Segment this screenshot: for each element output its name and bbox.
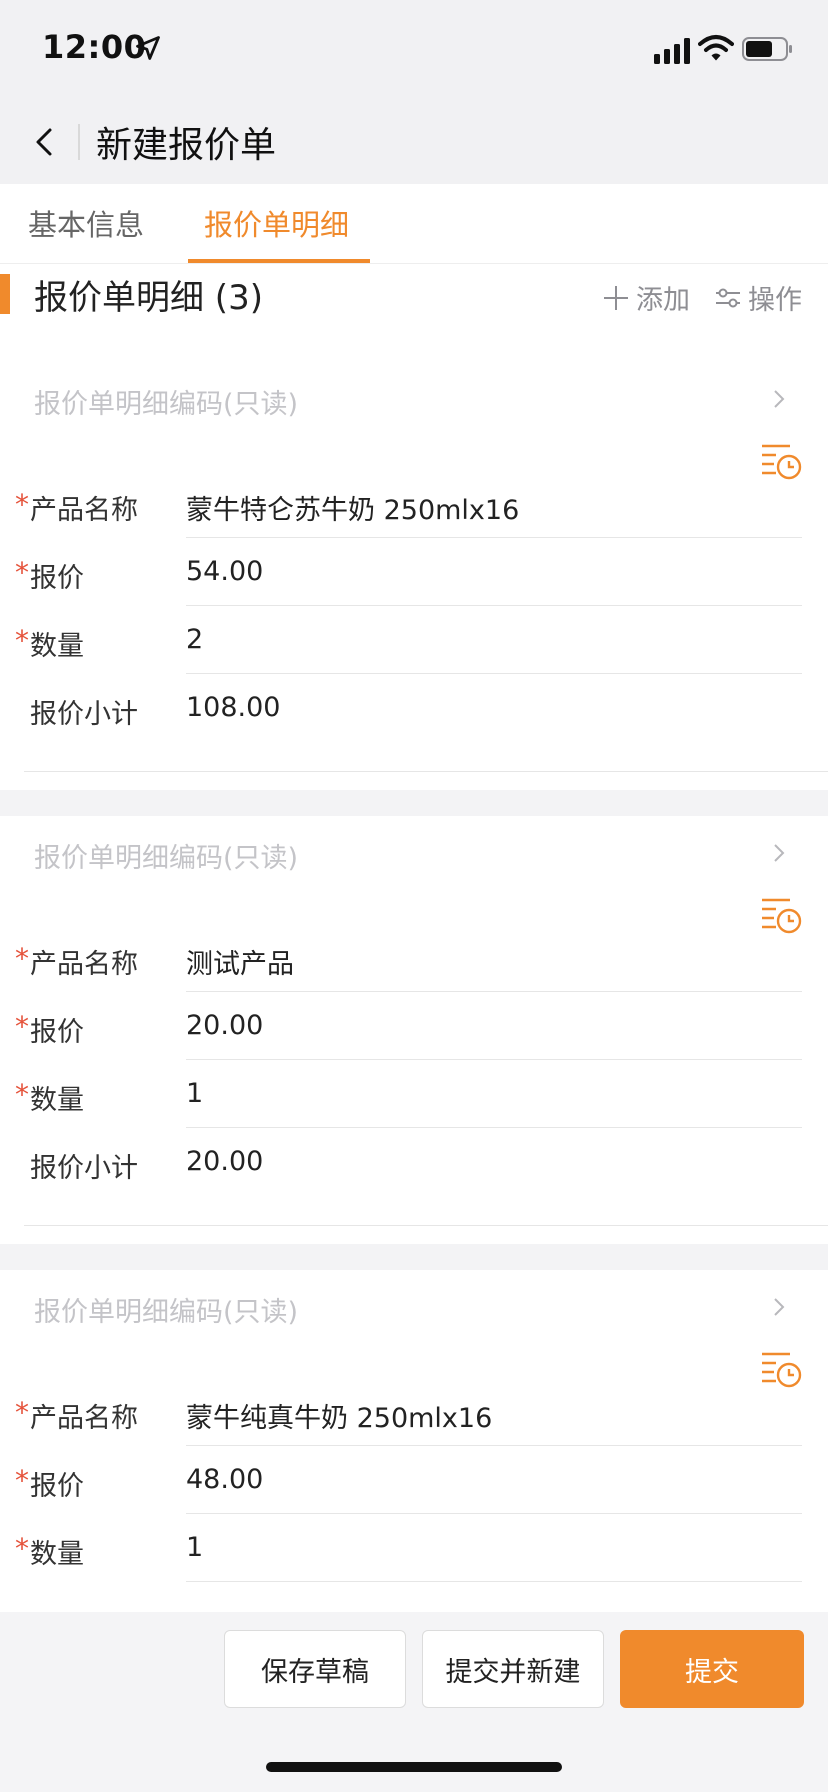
field-divider <box>186 1581 802 1582</box>
card-gap <box>0 1244 828 1270</box>
card-divider <box>24 771 828 772</box>
field-product-name: * 产品名称 蒙牛纯真牛奶 250mlx16 <box>0 1378 828 1446</box>
field-value[interactable]: 54.00 <box>186 556 263 587</box>
field-subtotal: 报价小计 20.00 <box>0 1128 828 1196</box>
field-value[interactable]: 1 <box>186 1532 203 1563</box>
field-value[interactable]: 蒙牛特仑苏牛奶 250mlx16 <box>186 488 519 527</box>
field-price: * 报价 20.00 <box>0 992 828 1060</box>
status-bar: 12:00 <box>0 0 828 100</box>
field-quantity: * 数量 1 <box>0 1514 828 1582</box>
location-arrow-icon <box>136 36 160 60</box>
chevron-right-icon <box>774 1298 785 1316</box>
item-code-placeholder: 报价单明细编码(只读) <box>34 1297 299 1328</box>
field-label: 报价 <box>30 563 84 594</box>
required-mark: * <box>15 1532 29 1565</box>
field-value[interactable]: 20.00 <box>186 1010 263 1041</box>
item-code-placeholder: 报价单明细编码(只读) <box>34 389 299 420</box>
required-mark: * <box>15 1464 29 1497</box>
section-header: 报价单明细 (3) 添加 操作 <box>0 264 828 324</box>
tab-basic-info[interactable]: 基本信息 <box>28 202 144 244</box>
required-mark: * <box>15 488 29 521</box>
quote-item-card: 报价单明细编码(只读) * 产品名称 蒙牛特仑苏牛奶 250mlx16 * 报价… <box>0 362 828 790</box>
required-mark: * <box>15 1078 29 1111</box>
home-indicator <box>266 1762 562 1772</box>
nav-divider <box>78 124 80 160</box>
section-title: 报价单明细 (3) <box>34 278 263 318</box>
quote-item-card: 报价单明细编码(只读) * 产品名称 测试产品 * 报价 20.00 * 数量 … <box>0 816 828 1244</box>
submit-and-new-button[interactable]: 提交并新建 <box>422 1630 604 1708</box>
required-mark: * <box>15 1010 29 1043</box>
field-quantity: * 数量 1 <box>0 1060 828 1128</box>
card-divider <box>24 1225 828 1226</box>
nav-bar: 新建报价单 <box>0 100 828 184</box>
required-mark: * <box>15 942 29 975</box>
chevron-right-icon <box>774 390 785 408</box>
field-subtotal: 报价小计 108.00 <box>0 674 828 742</box>
field-quantity: * 数量 2 <box>0 606 828 674</box>
field-value[interactable]: 蒙牛纯真牛奶 250mlx16 <box>186 1396 492 1435</box>
item-code-row[interactable]: 报价单明细编码(只读) <box>0 816 828 886</box>
cellular-signal-icon <box>654 38 690 64</box>
status-time: 12:00 <box>42 28 147 66</box>
field-label: 数量 <box>30 1085 84 1116</box>
back-chevron-icon[interactable] <box>24 120 68 164</box>
field-label: 数量 <box>30 1539 84 1570</box>
wifi-icon <box>698 35 734 61</box>
plus-icon <box>604 285 628 310</box>
section-accent-bar <box>0 274 10 314</box>
field-price: * 报价 48.00 <box>0 1446 828 1514</box>
item-code-placeholder: 报价单明细编码(只读) <box>34 843 299 874</box>
field-label: 产品名称 <box>30 495 138 526</box>
item-code-row[interactable]: 报价单明细编码(只读) <box>0 362 828 432</box>
required-mark: * <box>15 624 29 657</box>
field-label: 数量 <box>30 631 84 662</box>
field-value[interactable]: 测试产品 <box>186 942 294 981</box>
add-label: 添加 <box>636 285 690 316</box>
operations-label: 操作 <box>748 285 802 316</box>
field-label: 报价小计 <box>30 1153 138 1184</box>
item-code-row[interactable]: 报价单明细编码(只读) <box>0 1270 828 1340</box>
add-button[interactable]: 添加 <box>602 278 690 317</box>
sliders-icon <box>716 288 740 307</box>
field-product-name: * 产品名称 测试产品 <box>0 924 828 992</box>
field-value: 108.00 <box>186 692 281 723</box>
field-label: 报价 <box>30 1471 84 1502</box>
field-value[interactable]: 1 <box>186 1078 203 1109</box>
active-tab-indicator <box>188 259 370 263</box>
battery-icon <box>742 37 792 61</box>
required-mark: * <box>15 556 29 589</box>
required-mark: * <box>15 1396 29 1429</box>
tab-quote-details[interactable]: 报价单明细 <box>204 202 349 244</box>
submit-button[interactable]: 提交 <box>620 1630 804 1708</box>
tab-bar: 基本信息 报价单明细 <box>0 184 828 264</box>
field-product-name: * 产品名称 蒙牛特仑苏牛奶 250mlx16 <box>0 470 828 538</box>
save-draft-button[interactable]: 保存草稿 <box>224 1630 406 1708</box>
field-value[interactable]: 48.00 <box>186 1464 263 1495</box>
operations-button[interactable]: 操作 <box>714 278 802 317</box>
field-label: 报价小计 <box>30 699 138 730</box>
quote-item-card: 报价单明细编码(只读) * 产品名称 蒙牛纯真牛奶 250mlx16 * 报价 … <box>0 1270 828 1612</box>
field-label: 报价 <box>30 1017 84 1048</box>
field-value[interactable]: 2 <box>186 624 203 655</box>
field-label: 产品名称 <box>30 1403 138 1434</box>
page-title: 新建报价单 <box>96 125 277 166</box>
card-gap <box>0 790 828 816</box>
field-price: * 报价 54.00 <box>0 538 828 606</box>
field-value: 20.00 <box>186 1146 264 1177</box>
field-label: 产品名称 <box>30 949 138 980</box>
chevron-right-icon <box>774 844 785 862</box>
